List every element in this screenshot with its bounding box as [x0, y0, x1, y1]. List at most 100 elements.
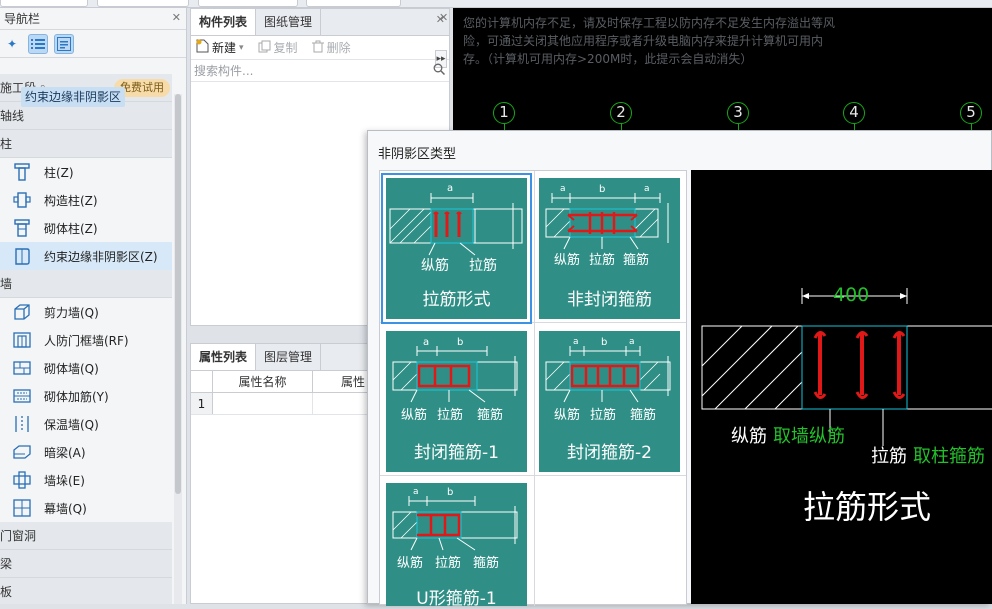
nav-scrollbar-thumb[interactable]: [175, 94, 181, 494]
tab-component-list[interactable]: 构件列表: [191, 9, 257, 35]
panel-splitter[interactable]: [190, 327, 370, 343]
axis-marker-5[interactable]: 5: [960, 102, 982, 124]
rebar-label: 箍筋: [630, 408, 657, 423]
rebar-label: 拉筋: [437, 408, 464, 423]
component-search-input[interactable]: 搜索构件...: [191, 60, 449, 82]
nav-item-label: 保温墙(Q): [44, 417, 99, 432]
tab-layer-management[interactable]: 图层管理: [256, 344, 322, 370]
axis-label: 5: [960, 102, 982, 124]
nav-item-structural-column[interactable]: 构造柱(Z): [0, 186, 172, 214]
component-list-item[interactable]: 约束边缘非阴影区: [21, 87, 126, 107]
copy-label: 复制: [273, 41, 298, 55]
dim-label: a: [423, 337, 430, 348]
chevron-down-icon[interactable]: ▾: [239, 43, 244, 53]
table-row[interactable]: 1: [191, 393, 369, 415]
insulation-wall-icon: [12, 414, 32, 434]
option-open-stirrup[interactable]: a b a 纵筋 拉筋 箍筋 非封闭箍筋: [539, 178, 680, 319]
nav-item-insulation-wall[interactable]: 保温墙(Q): [0, 410, 172, 438]
option-name: U形箍筋-1: [416, 589, 497, 609]
toolbar-field[interactable]: [306, 0, 401, 7]
type-option-grid: a 纵筋 拉筋 拉筋形式 a b a 纵筋 拉筋 箍筋 非封闭箍筋 a b 纵筋…: [379, 170, 687, 609]
axis-marker-2[interactable]: 2: [610, 102, 632, 124]
search-icon[interactable]: [433, 63, 446, 78]
axis-marker-1[interactable]: 1: [493, 102, 515, 124]
masonry-rebar-icon: [12, 386, 32, 406]
memory-warning-text: 您的计算机内存不足，请及时保存工程以防内存不足发生内存溢出等风险，可通过关闭其他…: [463, 16, 836, 66]
dim-label: a: [413, 487, 419, 497]
nav-item-masonry-column[interactable]: 砌体柱(Z): [0, 214, 172, 242]
nav-item-wall-pier[interactable]: 墙垛(E): [0, 466, 172, 494]
nav-item-column[interactable]: 柱(Z): [0, 158, 172, 186]
option-closed-stirrup-1[interactable]: a b 纵筋 拉筋 箍筋 封闭箍筋-1: [386, 331, 527, 472]
group-label: 墙: [0, 277, 13, 291]
shear-wall-icon: [12, 302, 32, 322]
preview-long-rebar-label: 纵筋: [731, 426, 767, 447]
rebar-label: 拉筋: [435, 556, 462, 571]
property-table-header: 属性名称 属性: [191, 371, 369, 393]
new-file-icon: [196, 39, 209, 56]
delete-button[interactable]: 删除: [311, 39, 351, 56]
nav-item-label: 砌体墙(Q): [44, 361, 99, 376]
search-placeholder: 搜索构件...: [194, 64, 254, 78]
nav-item-label: 约束边缘非阴影区(Z): [44, 249, 158, 264]
tab-drawing-management[interactable]: 图纸管理: [256, 9, 322, 35]
toolbar-field[interactable]: [0, 0, 88, 7]
nav-item-label: 暗梁(A): [44, 445, 86, 460]
nav-item-boundary-non-shadow[interactable]: 约束边缘非阴影区(Z): [0, 242, 172, 270]
masonry-wall-icon: [12, 358, 32, 378]
option-closed-stirrup-2[interactable]: a b a 纵筋 拉筋 箍筋 封闭箍筋-2: [539, 331, 680, 472]
axis-marker-3[interactable]: 3: [727, 102, 749, 124]
nav-group-column[interactable]: 柱: [0, 130, 172, 158]
toolbar-field[interactable]: [97, 0, 189, 7]
nav-item-masonry-wall[interactable]: 砌体墙(Q): [0, 354, 172, 382]
axis-marker-4[interactable]: 4: [843, 102, 865, 124]
group-label: 门窗洞: [0, 529, 37, 543]
nav-group-beam[interactable]: 梁: [0, 550, 172, 578]
row-number-header: [191, 371, 213, 392]
list-view-icon[interactable]: [28, 33, 48, 54]
col-property-name[interactable]: 属性名称: [213, 371, 313, 392]
grid-divider: [380, 322, 686, 323]
nav-item-masonry-reinforcement[interactable]: 砌体加筋(Y): [0, 382, 172, 410]
detail-view-icon[interactable]: [54, 33, 74, 54]
nav-group-door-window[interactable]: 门窗洞: [0, 522, 172, 550]
dim-label: a: [629, 337, 635, 347]
option-tie-form[interactable]: a 纵筋 拉筋 拉筋形式: [381, 173, 532, 324]
nav-group-wall[interactable]: 墙: [0, 270, 172, 298]
tab-property-list[interactable]: 属性列表: [191, 344, 257, 370]
preview-long-rebar-value: 取墙纵筋: [773, 426, 845, 447]
nav-group-slab[interactable]: 板: [0, 578, 172, 604]
copy-button[interactable]: 复制: [258, 39, 298, 56]
nav-title: 导航栏: [4, 12, 41, 26]
delete-label: 删除: [326, 41, 351, 55]
nav-item-civil-defense-wall[interactable]: 人防门框墙(RF): [0, 326, 172, 354]
tie-form-preview-diagram: [701, 288, 992, 446]
preview-dimension: 400: [833, 284, 870, 306]
close-icon[interactable]: ✕: [172, 11, 181, 24]
dim-label: a: [560, 184, 566, 194]
option-name: 非封闭箍筋: [567, 290, 652, 310]
nav-item-curtain-wall[interactable]: 幕墙(Q): [0, 494, 172, 522]
rebar-label: 箍筋: [477, 408, 504, 423]
sparkle-icon[interactable]: ✦: [2, 34, 22, 54]
option-name: 封闭箍筋-2: [567, 443, 652, 463]
new-button[interactable]: 新建 ▾: [196, 39, 244, 56]
top-toolbar-strip: [0, 0, 992, 8]
toolbar-field[interactable]: [198, 0, 298, 7]
nav-item-label: 墙垛(E): [44, 473, 85, 488]
preview-tie-label: 拉筋: [871, 446, 907, 467]
axis-label: 4: [843, 102, 865, 124]
property-name-cell[interactable]: [213, 393, 313, 414]
masonry-column-icon: [12, 218, 32, 238]
nav-item-label: 砌体柱(Z): [44, 221, 98, 236]
curtain-wall-icon: [12, 498, 32, 518]
rebar-label: 拉筋: [469, 258, 497, 274]
nav-item-hidden-beam[interactable]: 暗梁(A): [0, 438, 172, 466]
col-property-value[interactable]: 属性: [313, 371, 365, 392]
option-u-stirrup-1[interactable]: a b 纵筋 拉筋 箍筋 U形箍筋-1: [386, 483, 527, 609]
nav-item-label: 幕墙(Q): [44, 501, 87, 516]
close-icon[interactable]: ✕: [439, 10, 448, 24]
dim-label: a: [573, 337, 579, 347]
row-number: 1: [191, 393, 213, 414]
nav-item-shear-wall[interactable]: 剪力墙(Q): [0, 298, 172, 326]
